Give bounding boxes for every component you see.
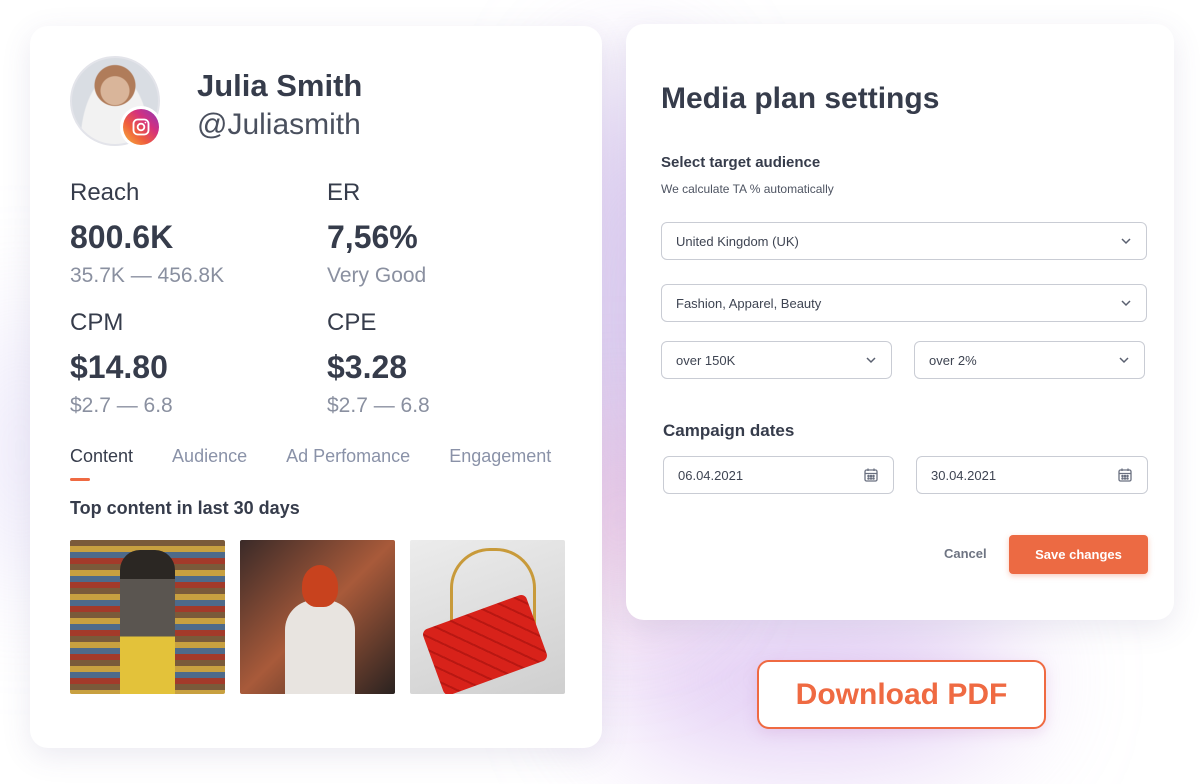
chevron-down-icon	[1121, 238, 1131, 245]
top-content-heading: Top content in last 30 days	[70, 498, 300, 518]
end-date-value: 30.04.2021	[931, 467, 997, 483]
end-date-field[interactable]: 30.04.2021	[916, 456, 1148, 494]
calendar-icon[interactable]	[1117, 467, 1133, 483]
metric-value: 7,56%	[327, 219, 418, 255]
metric-rating: Very Good	[327, 264, 427, 287]
content-thumbnail[interactable]	[70, 540, 225, 694]
metric-range: $2.7 — 6.8	[327, 394, 430, 417]
profile-handle: @Juliasmith	[197, 108, 361, 141]
content-thumbnail[interactable]	[240, 540, 395, 694]
country-value: United Kingdom (UK)	[676, 233, 799, 249]
metric-value: $3.28	[327, 349, 408, 385]
metric-reach: Reach 800.6K 35.7K — 456.8K	[70, 179, 224, 288]
save-changes-button[interactable]: Save changes	[1009, 535, 1148, 574]
followers-select[interactable]: over 150K	[661, 341, 892, 379]
start-date-value: 06.04.2021	[678, 467, 744, 483]
metric-label: ER	[327, 179, 361, 206]
start-date-field[interactable]: 06.04.2021	[663, 456, 894, 494]
influencer-profile-card: Julia Smith @Juliasmith Reach 800.6K 35.…	[30, 26, 602, 748]
followers-value: over 150K	[676, 352, 736, 368]
metric-cpm: CPM $14.80 $2.7 — 6.8	[70, 309, 173, 418]
content-thumbnails	[70, 540, 565, 694]
metric-cpe: CPE $3.28 $2.7 — 6.8	[327, 309, 430, 418]
instagram-icon	[120, 106, 162, 148]
profile-name: Julia Smith	[197, 68, 363, 103]
tab-ad-performance[interactable]: Ad Perfomance	[286, 446, 410, 467]
audience-hint: We calculate TA % automatically	[661, 182, 834, 196]
metric-label: CPE	[327, 309, 377, 336]
er-value: over 2%	[929, 352, 977, 368]
country-select[interactable]: United Kingdom (UK)	[661, 222, 1147, 260]
metric-range: $2.7 — 6.8	[70, 394, 173, 417]
er-select[interactable]: over 2%	[914, 341, 1145, 379]
tab-audience[interactable]: Audience	[172, 446, 247, 467]
interests-value: Fashion, Apparel, Beauty	[676, 295, 822, 311]
tab-engagement[interactable]: Engagement	[449, 446, 551, 467]
calendar-icon[interactable]	[863, 467, 879, 483]
interests-select[interactable]: Fashion, Apparel, Beauty	[661, 284, 1147, 322]
metric-range: 35.7K — 456.8K	[70, 264, 225, 287]
metric-label: CPM	[70, 309, 124, 336]
page-title: Media plan settings	[661, 82, 940, 115]
content-thumbnail[interactable]	[410, 540, 565, 694]
audience-label: Select target audience	[661, 154, 821, 171]
tab-content[interactable]: Content	[70, 446, 133, 481]
chevron-down-icon	[1119, 357, 1129, 364]
chevron-down-icon	[866, 357, 876, 364]
download-pdf-button[interactable]: Download PDF	[757, 660, 1046, 729]
metric-value: 800.6K	[70, 219, 174, 255]
cancel-button[interactable]: Cancel	[944, 546, 987, 561]
campaign-dates-label: Campaign dates	[663, 421, 795, 440]
media-plan-card: Media plan settings Select target audien…	[626, 24, 1174, 620]
profile-tabs: Content Audience Ad Perfomance Engagemen…	[70, 446, 590, 481]
metric-label: Reach	[70, 179, 140, 206]
metric-value: $14.80	[70, 349, 168, 385]
chevron-down-icon	[1121, 300, 1131, 307]
metric-er: ER 7,56% Very Good	[327, 179, 426, 288]
